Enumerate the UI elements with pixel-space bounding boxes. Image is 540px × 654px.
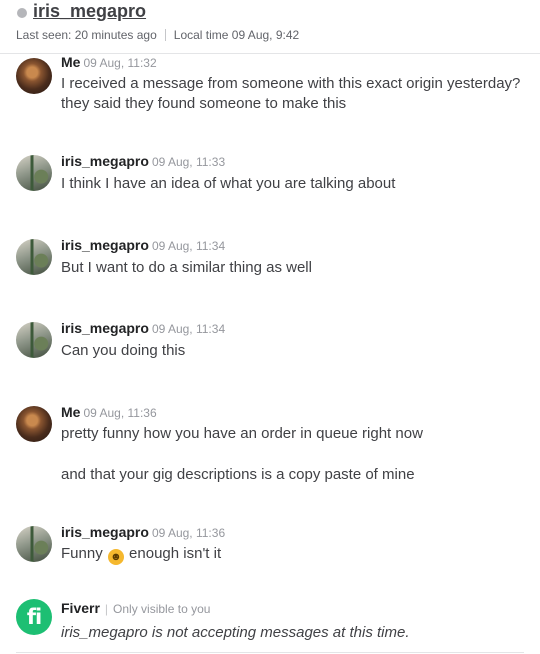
iris-avatar[interactable] [16,526,52,562]
offline-status-dot [17,8,27,18]
message-text: But I want to do a similar thing as well [61,259,312,276]
visibility-note-wrap: | Only visible to you [100,602,211,616]
message-text-after-emoji: enough isn't it [129,545,222,562]
iris-avatar[interactable] [16,239,52,275]
note-divider: | [104,602,109,616]
system-message-text: iris_megapro is not accepting messages a… [61,624,410,641]
message-timestamp: 09 Aug, 11:34 [151,322,226,336]
fiverr-logo-icon: fi [16,599,52,635]
iris-avatar[interactable] [16,322,52,358]
message-header: iris_megapro 09 Aug, 11:36 [61,524,225,542]
message-timestamp: 09 Aug, 11:36 [151,526,226,540]
laughing-emoji-icon: ☻ [107,549,124,565]
message-header: Me 09 Aug, 11:32 [61,54,157,72]
message-sender: iris_megapro [61,237,149,253]
message-sender: iris_megapro [61,153,149,169]
fiverr-logo-text: fi [26,604,42,629]
visibility-note: Only visible to you [113,602,211,616]
message-header: iris_megapro 09 Aug, 11:34 [61,237,225,255]
last-seen-text: Last seen: 20 minutes ago [16,28,157,42]
message-header: Me 09 Aug, 11:36 [61,404,157,422]
local-time-text: Local time 09 Aug, 9:42 [173,28,300,42]
me-avatar[interactable] [16,406,52,442]
message-text: I received a message from someone with t… [61,75,521,92]
meta-divider [164,29,166,41]
message-sender: Me [61,404,81,420]
message-text: Can you doing this [61,342,186,359]
message-timestamp: 09 Aug, 11:32 [83,56,157,70]
message-text: and that your gig descriptions is a copy… [61,466,415,483]
me-avatar[interactable] [16,58,52,94]
message-text: pretty funny how you have an order in qu… [61,425,423,442]
contact-meta: Last seen: 20 minutes ago Local time 09 A… [16,28,299,42]
message-sender: Me [61,54,81,70]
bottom-divider [16,652,524,653]
chat-header: iris_megapro Last seen: 20 minutes ago Lo… [0,0,540,54]
contact-username-link[interactable]: iris_megapro [33,1,146,22]
system-message-header: Fiverr | Only visible to you [61,600,210,618]
message-header: iris_megapro 09 Aug, 11:33 [61,153,225,171]
message-sender: iris_megapro [61,524,149,540]
system-sender: Fiverr [61,600,100,616]
message-timestamp: 09 Aug, 11:33 [151,155,226,169]
iris-avatar[interactable] [16,155,52,191]
message-sender: iris_megapro [61,320,149,336]
message-text-before-emoji: Funny [61,545,103,562]
message-text: Funny ☻ enough isn't it [61,545,221,565]
message-text: they said they found someone to make thi… [61,95,347,112]
message-timestamp: 09 Aug, 11:36 [83,406,157,420]
message-header: iris_megapro 09 Aug, 11:34 [61,320,225,338]
message-timestamp: 09 Aug, 11:34 [151,239,226,253]
message-text: I think I have an idea of what you are t… [61,175,396,192]
